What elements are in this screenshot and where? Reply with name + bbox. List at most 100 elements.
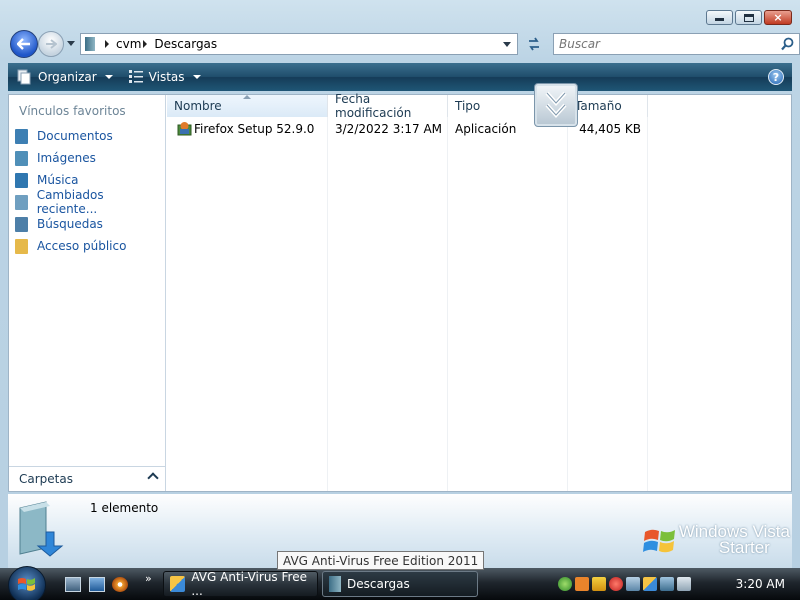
file-size: 44,405 KB (579, 122, 641, 136)
taskbar-button-avg[interactable]: AVG Anti-Virus Free ... (163, 570, 318, 598)
download-icon (545, 91, 567, 118)
help-icon: ? (772, 70, 780, 84)
breadcrumb-separator-icon[interactable] (105, 40, 109, 48)
organize-icon (17, 69, 31, 85)
security-alert-icon[interactable] (609, 577, 623, 591)
column-header-modified[interactable]: Fecha modificación (328, 92, 448, 120)
taskbar-button-descargas[interactable]: Descargas (322, 571, 478, 597)
favorite-cambiados-recientemente[interactable]: Cambiados reciente... (15, 188, 165, 216)
address-bar[interactable]: cvm Descargas (80, 33, 518, 55)
breadcrumb-descargas[interactable]: Descargas (154, 37, 217, 51)
column-header-label: Nombre (174, 99, 222, 113)
favorite-label: Documentos (37, 129, 113, 143)
drag-preview-icon (534, 83, 578, 127)
breadcrumb-separator-icon[interactable] (143, 40, 148, 48)
start-button[interactable] (8, 566, 46, 600)
search-icon[interactable] (781, 37, 794, 51)
vista-brand-text: Windows Vista Starter (679, 523, 790, 557)
command-bar: Organizar Vistas ? (8, 63, 792, 91)
favorites-header: Vínculos favoritos (19, 104, 126, 118)
favorite-label: Imágenes (37, 151, 96, 165)
avg-icon (170, 576, 186, 592)
favorite-busquedas[interactable]: Búsquedas (15, 214, 103, 234)
forward-arrow-icon (46, 39, 57, 49)
breadcrumb-cvm[interactable]: cvm (116, 37, 141, 51)
column-header-label: Fecha modificación (335, 92, 412, 120)
navigation-row: cvm Descargas (10, 30, 800, 58)
switch-windows-icon[interactable] (89, 577, 105, 592)
avg-tray-icon[interactable] (643, 577, 657, 591)
column-divider (647, 117, 648, 491)
windows-flag-icon (18, 578, 35, 591)
explorer-window: × cvm Descargas Buscar Organizar Vistas … (0, 0, 800, 568)
favorite-musica[interactable]: Música (15, 170, 79, 190)
installer-icon (177, 122, 192, 136)
documents-icon (15, 128, 28, 144)
tray-app-icon[interactable] (575, 577, 589, 591)
maximize-icon (743, 13, 754, 22)
refresh-button[interactable] (522, 33, 546, 55)
file-type: Aplicación (455, 122, 517, 136)
network-disconnected-icon[interactable] (660, 577, 674, 591)
explorer-folder-icon (329, 576, 341, 592)
favorite-documentos[interactable]: Documentos (15, 126, 113, 146)
views-label: Vistas (148, 70, 185, 84)
searches-icon (15, 216, 28, 232)
column-header-size[interactable]: Tamaño (568, 95, 648, 117)
views-button[interactable]: Vistas (121, 63, 209, 91)
minimize-button[interactable] (706, 10, 733, 25)
content-area: Vínculos favoritos Documentos Imágenes M… (8, 92, 792, 492)
forward-button[interactable] (38, 31, 64, 57)
maximize-button[interactable] (735, 10, 762, 25)
windows-flag-icon (642, 529, 675, 553)
public-folder-icon (15, 238, 28, 254)
pictures-icon (15, 150, 28, 166)
folders-toggle[interactable]: Carpetas (9, 466, 165, 491)
navigation-pane: Vínculos favoritos Documentos Imágenes M… (9, 95, 166, 491)
close-button[interactable]: × (764, 10, 792, 25)
folder-icon (85, 37, 95, 51)
file-list: Nombre Fecha modificación Tipo Tamaño Fi… (167, 92, 791, 491)
taskbar-button-label: AVG Anti-Virus Free ... (191, 570, 307, 598)
organize-button[interactable]: Organizar (8, 63, 121, 91)
volume-muted-icon[interactable] (677, 577, 691, 591)
vista-brand-line2: Starter (718, 538, 770, 557)
column-header-label: Tipo (455, 99, 481, 113)
quick-launch-more-icon[interactable]: » (145, 572, 152, 585)
chevron-down-icon[interactable] (503, 42, 511, 47)
column-headers: Nombre Fecha modificación Tipo Tamaño (167, 92, 791, 120)
recent-pages-dropdown[interactable] (67, 41, 75, 46)
favorite-imagenes[interactable]: Imágenes (15, 148, 96, 168)
music-icon (15, 172, 28, 188)
favorite-label: Acceso público (37, 239, 127, 253)
file-name: Firefox Setup 52.9.0 (194, 122, 315, 136)
back-arrow-icon (17, 38, 30, 50)
media-player-icon[interactable] (112, 577, 128, 592)
utorrent-icon[interactable] (558, 577, 572, 591)
file-modified: 3/2/2022 3:17 AM (335, 122, 443, 136)
caption-buttons: × (706, 10, 792, 25)
taskbar: » AVG Anti-Virus Free ... Descargas 3:20… (0, 566, 800, 600)
search-box[interactable] (553, 33, 800, 55)
minimize-icon (715, 18, 724, 21)
help-button[interactable]: ? (768, 69, 784, 85)
item-count: 1 elemento (90, 501, 159, 515)
favorite-label: Cambiados reciente... (36, 188, 104, 216)
taskbar-button-label: Descargas (347, 577, 410, 591)
favorite-label: Música (37, 173, 79, 187)
back-button[interactable] (10, 30, 38, 58)
column-divider (567, 117, 568, 491)
column-divider (447, 117, 448, 491)
column-header-label: Tamaño (575, 99, 622, 113)
network-icon[interactable] (626, 577, 640, 591)
favorite-acceso-publico[interactable]: Acceso público (15, 236, 126, 256)
column-header-name[interactable]: Nombre (167, 95, 328, 117)
warning-icon[interactable] (592, 577, 606, 591)
search-input[interactable] (554, 34, 764, 54)
organize-label: Organizar (38, 70, 97, 84)
recent-icon (15, 194, 28, 210)
clock[interactable]: 3:20 AM (736, 577, 785, 591)
chevron-down-icon (104, 75, 113, 79)
views-icon (128, 70, 143, 83)
show-desktop-icon[interactable] (65, 577, 81, 592)
